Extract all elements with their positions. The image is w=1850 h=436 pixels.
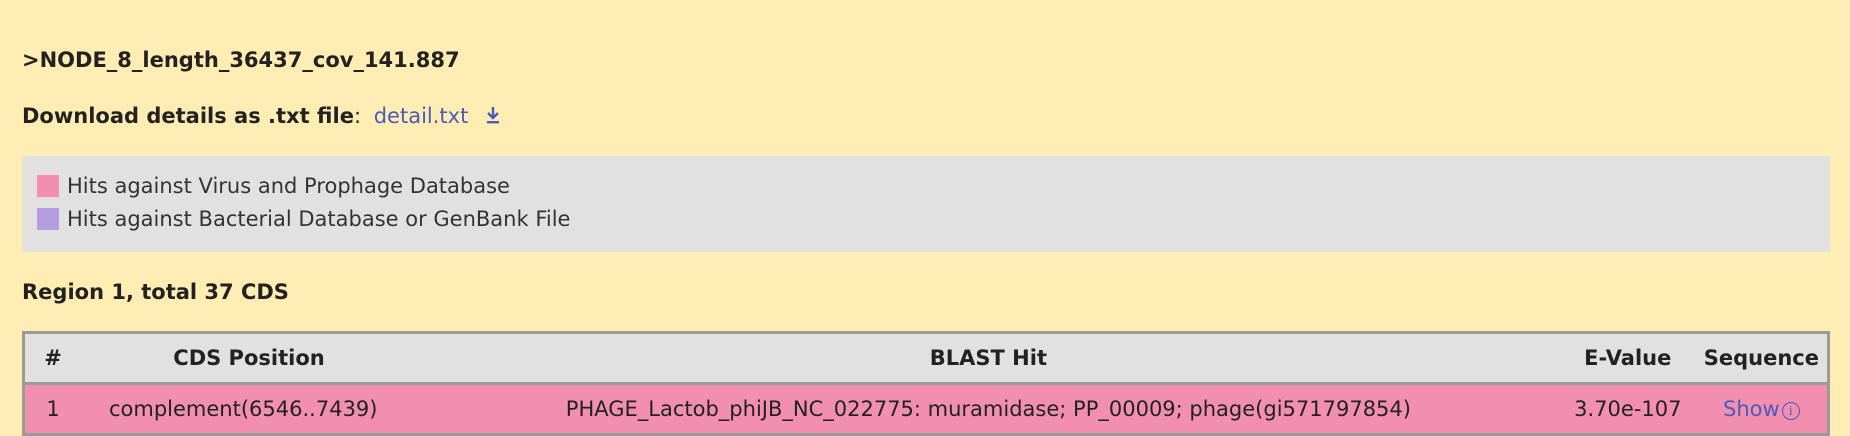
legend-swatch-virus [37, 175, 59, 197]
cell-evalue: 3.70e-107 [1574, 397, 1682, 421]
download-line: Download details as .txt file: detail.tx… [22, 104, 501, 128]
cell-num: 1 [46, 397, 60, 421]
legend-swatch-bacterial [37, 208, 59, 230]
table-header-row: # CDS Position BLAST Hit E-Value Sequenc… [23, 332, 1829, 384]
legend-item-bacterial: Hits against Bacterial Database or GenBa… [37, 207, 570, 231]
download-separator: : [353, 104, 362, 128]
cell-cds-position: complement(6546..7439) [109, 397, 378, 421]
cell-blast-hit: PHAGE_Lactob_phiJB_NC_022775: muramidase… [565, 397, 1411, 421]
legend-label: Hits against Virus and Prophage Database [67, 174, 510, 198]
header-num: # [23, 332, 81, 384]
legend-panel: Hits against Virus and Prophage Database… [22, 156, 1830, 252]
node-title: >NODE_8_length_36437_cov_141.887 [22, 48, 460, 72]
header-cds-position: CDS Position [81, 332, 417, 384]
download-icon[interactable] [485, 105, 501, 124]
legend-item-virus: Hits against Virus and Prophage Database [37, 174, 510, 198]
header-evalue: E-Value [1559, 332, 1696, 384]
download-link[interactable]: detail.txt [374, 104, 469, 128]
header-blast-hit: BLAST Hit [417, 332, 1560, 384]
region-title: Region 1, total 37 CDS [22, 280, 289, 304]
cell-sequence: Show i [1696, 384, 1829, 435]
cds-table: # CDS Position BLAST Hit E-Value Sequenc… [22, 331, 1830, 436]
show-sequence-link[interactable]: Show i [1723, 397, 1800, 421]
show-link-label: Show [1723, 397, 1780, 421]
legend-label: Hits against Bacterial Database or GenBa… [67, 207, 571, 231]
header-sequence: Sequence [1695, 332, 1829, 384]
table-row: 1 complement(6546..7439) PHAGE_Lactob_ph… [23, 383, 1829, 435]
info-icon[interactable]: i [1781, 402, 1800, 420]
download-label: Download details as .txt file [22, 104, 354, 128]
